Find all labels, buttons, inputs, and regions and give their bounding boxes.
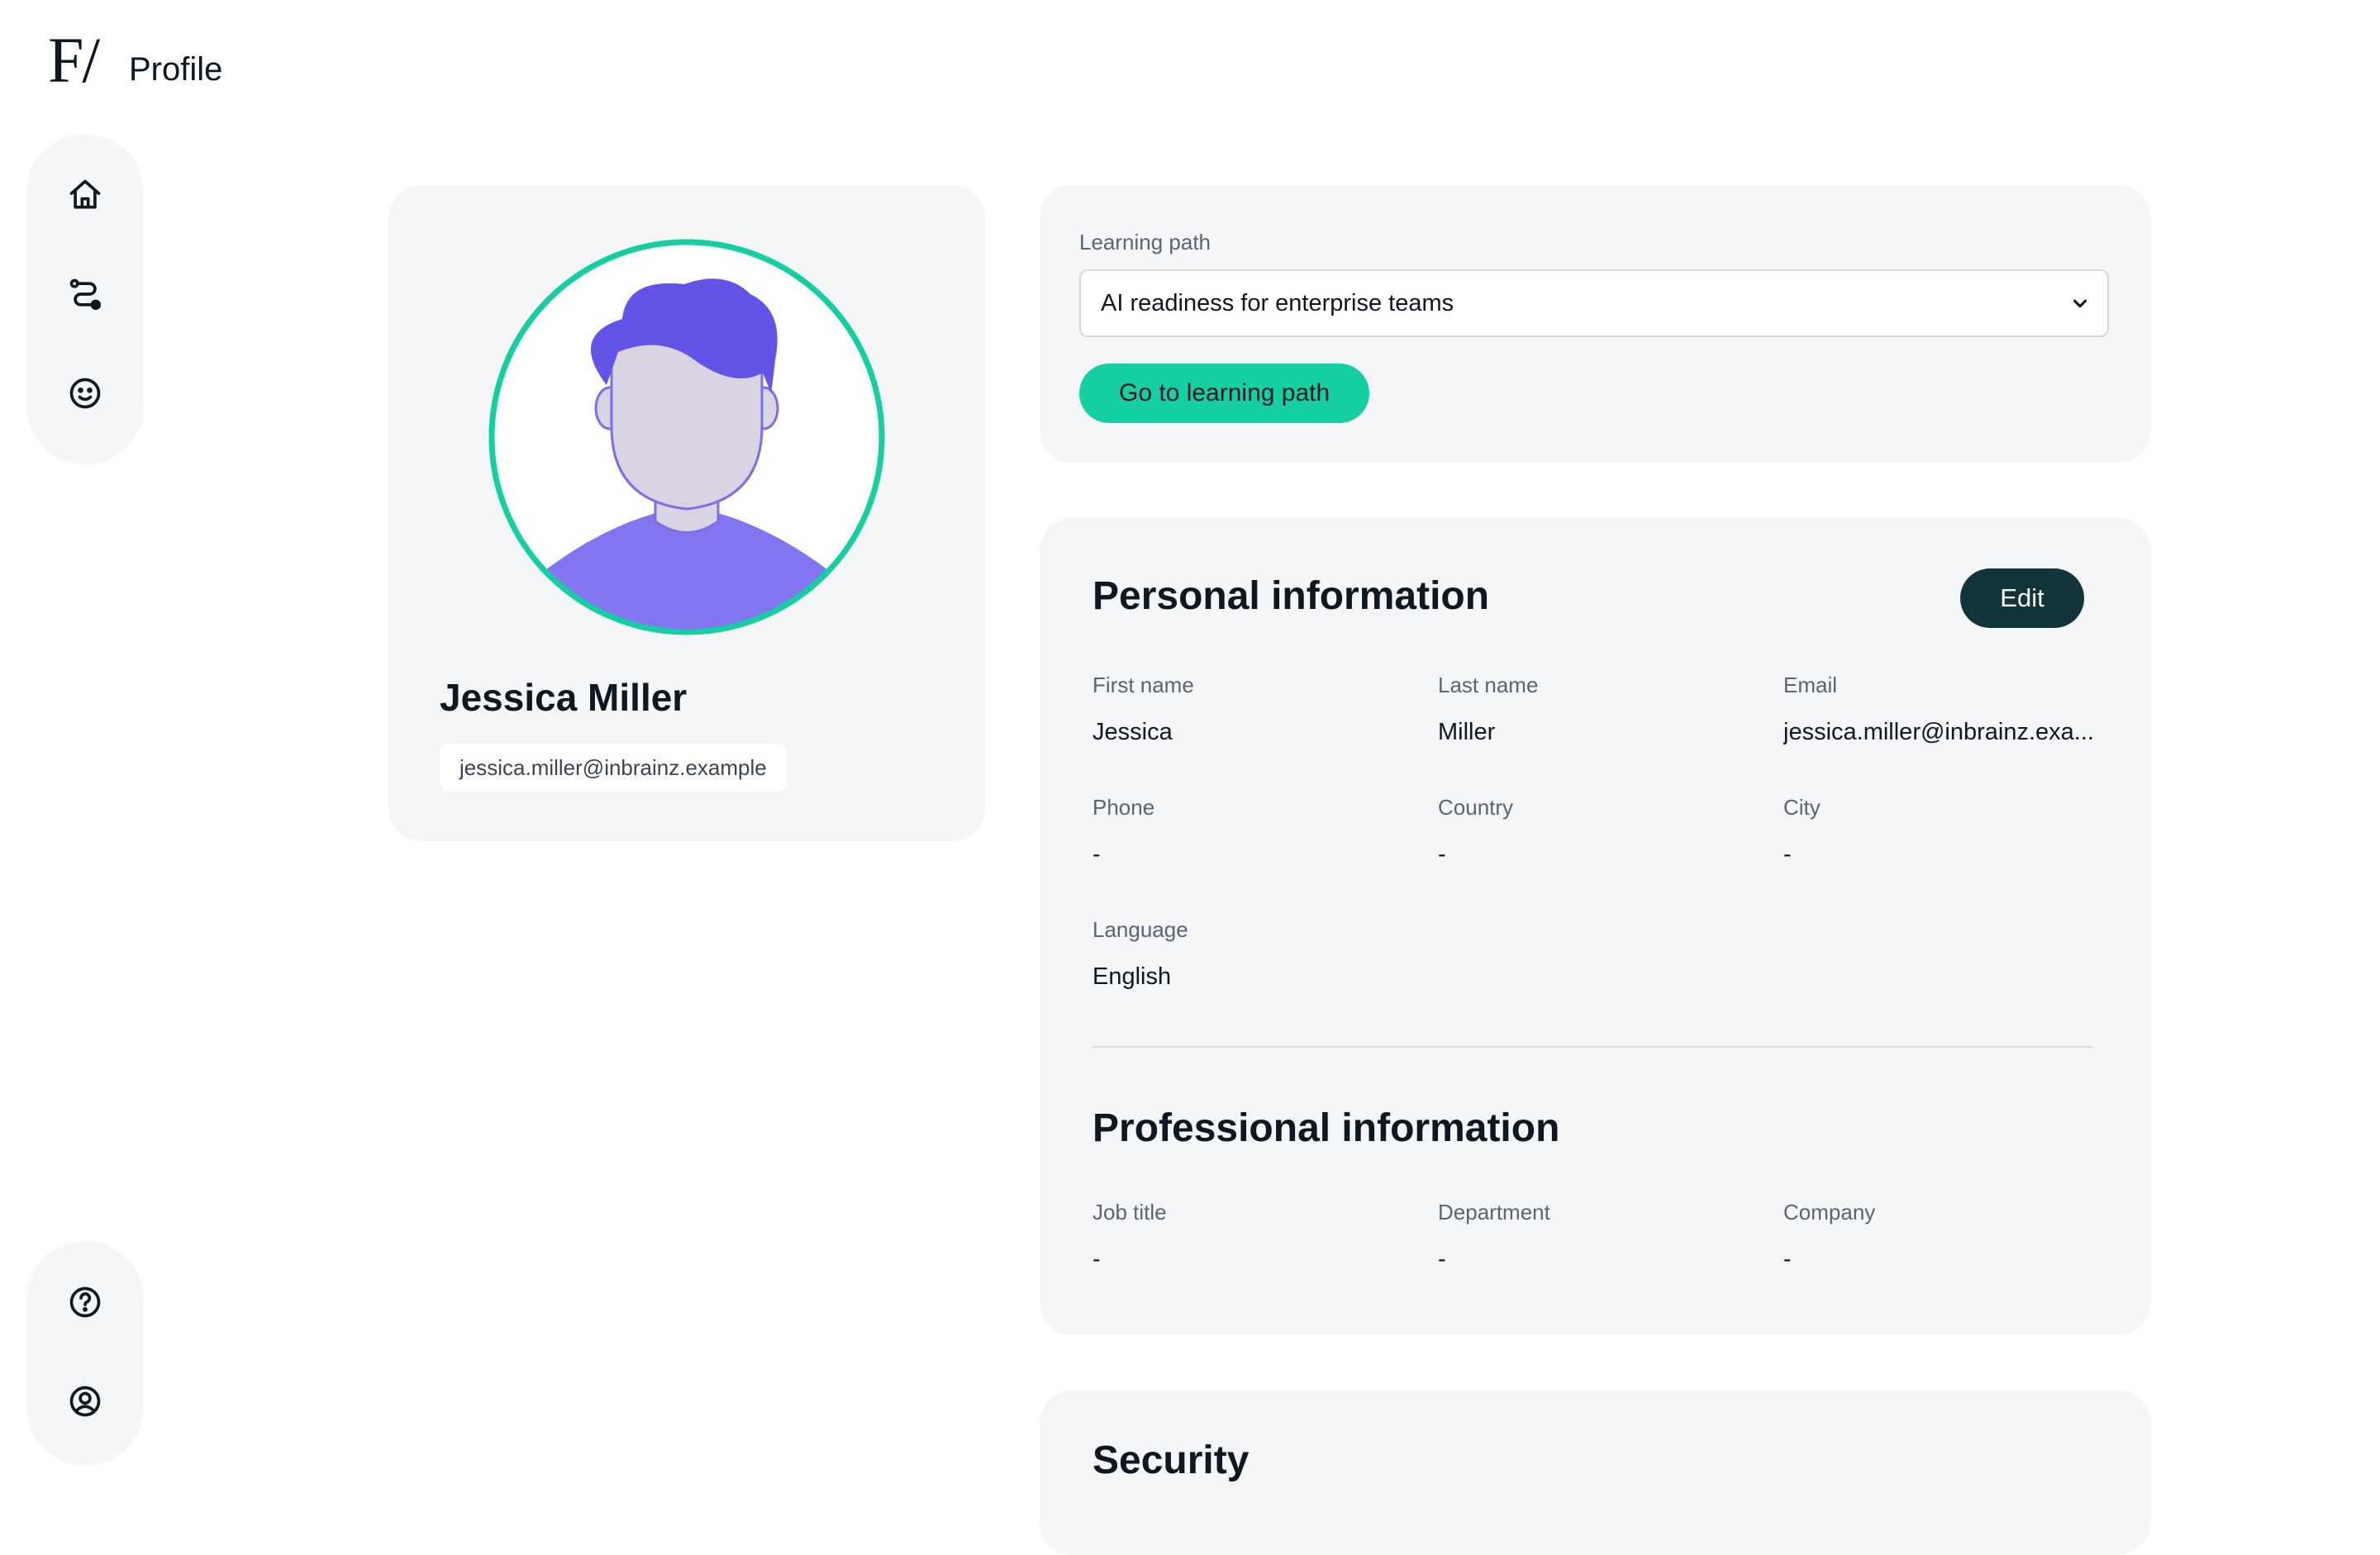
field-value: jessica.miller@inbrainz.exa... — [1783, 719, 2094, 745]
profile-name: Jessica Miller — [440, 676, 688, 719]
field-company: Company - — [1783, 1198, 2097, 1274]
smiley-icon — [69, 378, 101, 409]
edit-button[interactable]: Edit — [1960, 568, 2084, 628]
field-label: Department — [1438, 1200, 1550, 1225]
field-department: Department - — [1438, 1198, 1768, 1274]
learning-path-card: Learning path AI readiness for enterpris… — [1040, 185, 2150, 463]
field-label: Last name — [1438, 673, 1539, 697]
field-value: - — [1438, 1246, 1446, 1272]
sidebar-item-account[interactable] — [67, 1383, 103, 1419]
sidebar-item-learning-path[interactable] — [67, 276, 103, 312]
field-value: English — [1092, 963, 1172, 990]
sidebar-item-feedback[interactable] — [67, 375, 103, 411]
field-value: - — [1438, 841, 1446, 868]
chevron-down-icon — [2073, 299, 2087, 308]
field-label: Email — [1783, 673, 1838, 697]
field-value: Miller — [1438, 719, 1496, 745]
account-icon — [69, 1386, 101, 1417]
field-country: Country - — [1438, 793, 1768, 869]
help-icon — [69, 1286, 101, 1318]
field-label: City — [1783, 795, 1821, 820]
field-value: - — [1092, 1246, 1101, 1272]
field-label: Company — [1783, 1200, 1876, 1225]
page-title: Profile — [129, 51, 223, 88]
field-label: Phone — [1092, 795, 1155, 820]
sidebar-utility — [26, 1241, 144, 1466]
field-value: - — [1783, 1246, 1792, 1272]
field-value: - — [1783, 841, 1792, 868]
learning-path-select[interactable]: AI readiness for enterprise teams — [1079, 269, 2109, 337]
field-city: City - — [1783, 793, 2097, 869]
profile-card: Jessica Miller jessica.miller@inbrainz.e… — [388, 185, 985, 841]
home-icon — [69, 179, 101, 209]
field-value: Jessica — [1092, 719, 1173, 745]
security-title: Security — [1092, 1438, 1250, 1482]
information-card: Personal information Edit First name Jes… — [1040, 517, 2150, 1335]
field-label: Country — [1438, 795, 1514, 820]
field-phone: Phone - — [1092, 793, 1423, 869]
field-language: Language English — [1092, 915, 1423, 991]
field-last-name: Last name Miller — [1438, 671, 1768, 747]
field-label: Job title — [1092, 1200, 1167, 1225]
personal-information-title: Personal information — [1092, 574, 1490, 618]
sidebar-item-home[interactable] — [67, 177, 103, 213]
avatar — [488, 239, 885, 635]
sidebar-item-help[interactable] — [67, 1284, 103, 1320]
field-label: Language — [1092, 917, 1188, 942]
learning-path-icon — [69, 278, 102, 311]
app-logo[interactable]: F/ — [48, 28, 100, 93]
go-to-learning-path-button[interactable]: Go to learning path — [1079, 364, 1370, 423]
section-divider — [1092, 1046, 2092, 1048]
field-job-title: Job title - — [1092, 1198, 1423, 1274]
learning-path-selected-value: AI readiness for enterprise teams — [1101, 290, 1454, 316]
field-first-name: First name Jessica — [1092, 671, 1423, 747]
field-value: - — [1092, 841, 1101, 868]
security-card: Security — [1040, 1390, 2150, 1555]
field-label: First name — [1092, 673, 1194, 697]
profile-email-chip: jessica.miller@inbrainz.example — [440, 744, 787, 792]
learning-path-label: Learning path — [1079, 230, 1211, 254]
field-email: Email jessica.miller@inbrainz.exa... — [1783, 671, 2097, 747]
professional-information-title: Professional information — [1092, 1106, 1560, 1150]
sidebar-nav — [26, 134, 144, 464]
